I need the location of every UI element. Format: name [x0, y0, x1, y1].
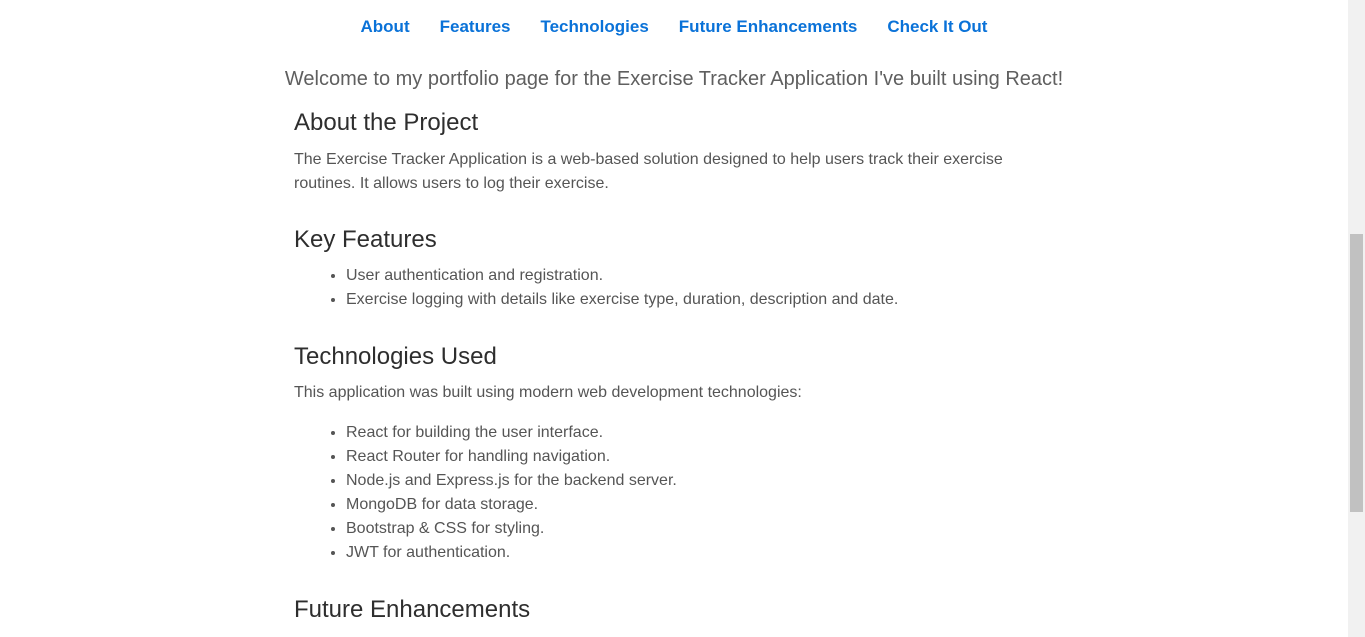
features-heading: Key Features	[294, 226, 437, 253]
list-item: Exercise logging with details like exerc…	[346, 288, 1034, 312]
technologies-list: React for building the user interface. R…	[294, 421, 1034, 565]
features-section: Key Features User authentication and reg…	[294, 225, 1034, 312]
features-list: User authentication and registration. Ex…	[294, 264, 1034, 312]
technologies-heading: Technologies Used	[294, 343, 497, 370]
nav-link-about[interactable]: About	[361, 14, 410, 40]
nav-link-technologies[interactable]: Technologies	[540, 14, 648, 40]
list-item: React for building the user interface.	[346, 421, 1034, 445]
future-enhancements-section: Future Enhancements	[294, 595, 1034, 625]
nav-link-check-it-out[interactable]: Check It Out	[887, 14, 987, 40]
list-item: Bootstrap & CSS for styling.	[346, 517, 1034, 541]
nav-link-future-enhancements[interactable]: Future Enhancements	[679, 14, 858, 40]
nav-link-features[interactable]: Features	[440, 14, 511, 40]
page: About Features Technologies Future Enhan…	[0, 0, 1348, 637]
technologies-intro: This application was built using modern …	[294, 384, 802, 401]
list-item: React Router for handling navigation.	[346, 445, 1034, 469]
vertical-scrollbar[interactable]	[1348, 0, 1365, 637]
about-section: About the Project The Exercise Tracker A…	[294, 108, 1034, 196]
technologies-section: Technologies Used This application was b…	[294, 342, 1034, 565]
about-heading: About the Project	[294, 109, 479, 136]
list-item: Node.js and Express.js for the backend s…	[346, 469, 1034, 493]
welcome-text: Welcome to my portfolio page for the Exe…	[284, 68, 1064, 90]
scrollbar-thumb[interactable]	[1350, 234, 1363, 512]
about-text: The Exercise Tracker Application is a we…	[294, 151, 1003, 192]
future-enhancements-heading: Future Enhancements	[294, 596, 531, 623]
list-item: User authentication and registration.	[346, 264, 1034, 288]
list-item: MongoDB for data storage.	[346, 493, 1034, 517]
top-nav: About Features Technologies Future Enhan…	[0, 14, 1348, 40]
list-item: JWT for authentication.	[346, 541, 1034, 565]
